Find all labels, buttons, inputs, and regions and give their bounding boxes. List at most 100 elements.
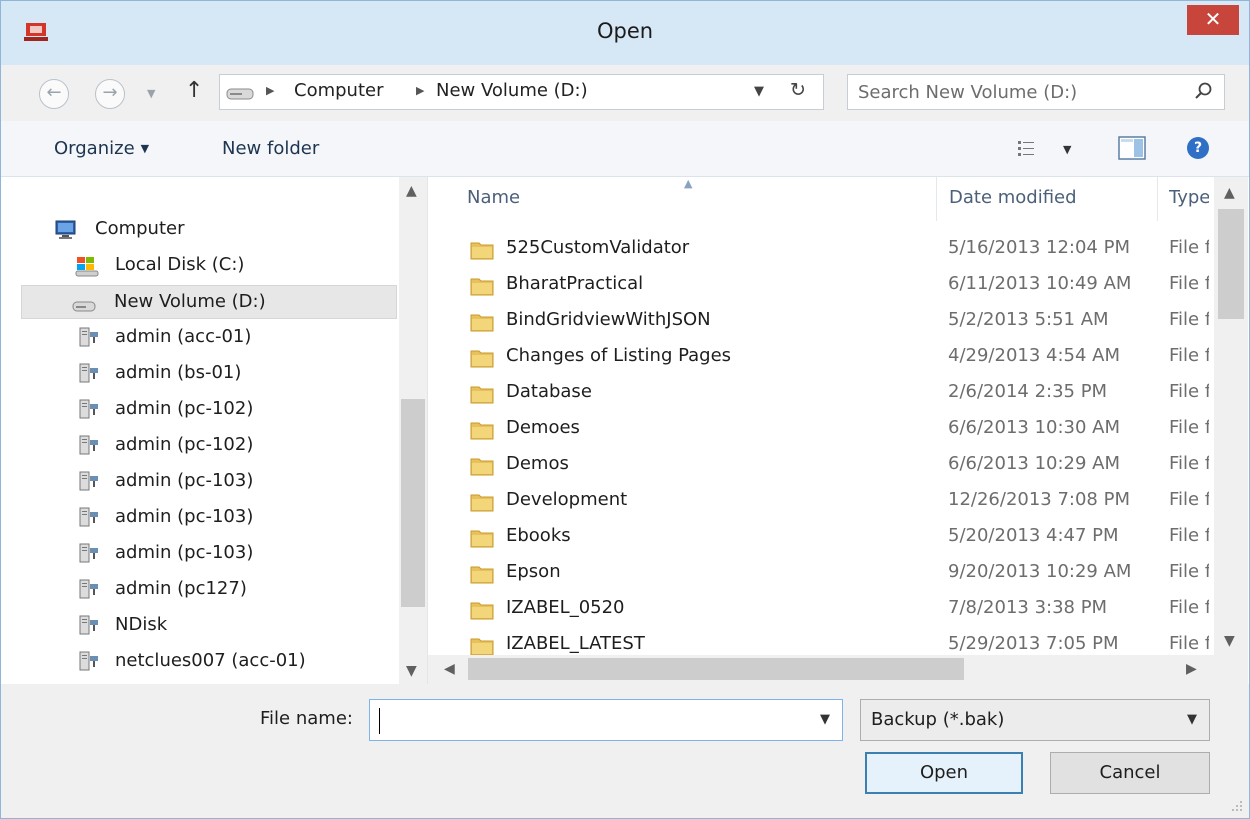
dialog-footer: File name: ▼ Backup (*.bak) ▼ Open Cance… bbox=[1, 684, 1249, 818]
table-row[interactable]: Changes of Listing Pages 4/29/2013 4:54 A… bbox=[428, 339, 1218, 375]
chevron-down-icon[interactable]: ▼ bbox=[1187, 712, 1197, 727]
nav-item-computer[interactable]: Computer bbox=[21, 213, 397, 247]
scroll-right-icon[interactable]: ▶ bbox=[1186, 661, 1197, 677]
scroll-thumb[interactable] bbox=[1218, 209, 1244, 319]
nav-item-label: netclues007 (acc-01) bbox=[115, 650, 306, 671]
scroll-down-icon[interactable]: ▼ bbox=[406, 663, 417, 679]
back-button[interactable]: ← bbox=[39, 79, 69, 109]
chevron-down-icon[interactable]: ▼ bbox=[820, 712, 830, 727]
nav-item-label: admin (pc-102) bbox=[115, 434, 254, 455]
table-row[interactable]: Demos 6/6/2013 10:29 AM File folder bbox=[428, 447, 1218, 483]
scroll-up-icon[interactable]: ▲ bbox=[406, 183, 417, 199]
file-date-modified: 9/20/2013 10:29 AM bbox=[948, 561, 1132, 582]
close-button[interactable]: ✕ bbox=[1187, 5, 1239, 35]
breadcrumb-separator[interactable]: ▶ bbox=[266, 84, 274, 97]
folder-icon bbox=[470, 494, 494, 512]
file-list-hscrollbar[interactable]: ◀ ▶ bbox=[428, 655, 1214, 684]
breadcrumb-separator[interactable]: ▶ bbox=[416, 84, 424, 97]
search-box[interactable] bbox=[847, 74, 1225, 110]
scroll-down-icon[interactable]: ▼ bbox=[1224, 633, 1235, 649]
nav-item-admin-pc-103[interactable]: admin (pc-103) bbox=[21, 465, 397, 499]
file-name-input[interactable] bbox=[376, 706, 796, 734]
file-name-combobox[interactable]: ▼ bbox=[369, 699, 843, 741]
nav-item-admin-pc-103[interactable]: admin (pc-103) bbox=[21, 537, 397, 571]
file-type: File folder bbox=[1169, 561, 1209, 582]
file-list[interactable]: Name ▲ Date modified Type 525CustomValid… bbox=[427, 177, 1249, 684]
nav-item-admin-pc127[interactable]: admin (pc127) bbox=[21, 573, 397, 607]
nav-item-netclues007[interactable]: netclues007 (acc-01) bbox=[21, 645, 397, 679]
nav-item-new-volume[interactable]: New Volume (D:) bbox=[21, 285, 397, 319]
file-type: File folder bbox=[1169, 597, 1209, 618]
nav-item-label: admin (pc-103) bbox=[115, 506, 254, 527]
refresh-icon[interactable]: ↻ bbox=[790, 79, 806, 101]
nav-item-admin-acc-01[interactable]: admin (acc-01) bbox=[21, 321, 397, 355]
column-header-date-modified[interactable]: Date modified bbox=[949, 187, 1077, 208]
file-name: BindGridviewWithJSON bbox=[506, 309, 711, 330]
table-row[interactable]: Demoes 6/6/2013 10:30 AM File folder bbox=[428, 411, 1218, 447]
cancel-button[interactable]: Cancel bbox=[1050, 752, 1210, 794]
table-row[interactable]: Development 12/26/2013 7:08 PM File folder bbox=[428, 483, 1218, 519]
nav-item-ndisk[interactable]: NDisk bbox=[21, 609, 397, 643]
folder-icon bbox=[470, 458, 494, 476]
breadcrumb-new-volume[interactable]: New Volume (D:) bbox=[436, 80, 588, 101]
file-type: File folder bbox=[1169, 345, 1209, 366]
file-name-label: File name: bbox=[260, 708, 353, 729]
recent-locations-dropdown[interactable]: ▼ bbox=[147, 87, 155, 100]
file-date-modified: 5/2/2013 5:51 AM bbox=[948, 309, 1109, 330]
file-name: BharatPractical bbox=[506, 273, 644, 294]
nav-item-local-disk[interactable]: Local Disk (C:) bbox=[21, 249, 397, 283]
up-button[interactable]: ↑ bbox=[185, 78, 203, 103]
table-row[interactable]: 525CustomValidator 5/16/2013 12:04 PM File… bbox=[428, 231, 1218, 267]
column-header-name[interactable]: Name bbox=[467, 187, 520, 208]
column-divider[interactable] bbox=[1157, 177, 1158, 221]
view-dropdown-icon[interactable]: ▼ bbox=[1063, 143, 1071, 156]
nav-item-admin-pc-102[interactable]: admin (pc-102) bbox=[21, 429, 397, 463]
table-row[interactable]: Epson 9/20/2013 10:29 AM File folder bbox=[428, 555, 1218, 591]
file-name: Changes of Listing Pages bbox=[506, 345, 732, 366]
file-type: File folder bbox=[1169, 381, 1209, 402]
nav-item-admin-bs-01[interactable]: admin (bs-01) bbox=[21, 357, 397, 391]
table-row[interactable]: BindGridviewWithJSON 5/2/2013 5:51 AM File… bbox=[428, 303, 1218, 339]
new-folder-button[interactable]: New folder bbox=[222, 138, 319, 159]
nav-item-label: admin (pc-102) bbox=[115, 398, 254, 419]
table-row[interactable]: IZABEL_0520 7/8/2013 3:38 PM File folder bbox=[428, 591, 1218, 627]
folder-icon bbox=[470, 242, 494, 260]
organize-button[interactable]: Organize ▼ bbox=[54, 138, 149, 159]
folder-icon bbox=[470, 638, 494, 656]
scroll-thumb[interactable] bbox=[468, 658, 964, 680]
view-options-icon[interactable] bbox=[1017, 139, 1035, 157]
preview-pane-icon[interactable] bbox=[1118, 136, 1146, 160]
column-divider[interactable] bbox=[936, 177, 937, 221]
open-button[interactable]: Open bbox=[865, 752, 1023, 794]
network-drive-icon bbox=[79, 435, 98, 455]
computer-icon bbox=[55, 220, 76, 239]
table-row[interactable]: BharatPractical 6/11/2013 10:49 AM File fo… bbox=[428, 267, 1218, 303]
table-row[interactable]: Ebooks 5/20/2013 4:47 PM File folder bbox=[428, 519, 1218, 555]
nav-item-admin-pc-102[interactable]: admin (pc-102) bbox=[21, 393, 397, 427]
scroll-thumb[interactable] bbox=[401, 399, 425, 607]
file-type-value: Backup (*.bak) bbox=[871, 709, 1005, 730]
file-list-vscrollbar[interactable]: ▲ ▼ bbox=[1214, 177, 1248, 655]
forward-button[interactable]: → bbox=[95, 79, 125, 109]
file-type-select[interactable]: Backup (*.bak) ▼ bbox=[860, 699, 1210, 741]
file-date-modified: 6/6/2013 10:29 AM bbox=[948, 453, 1121, 474]
table-row[interactable]: Database 2/6/2014 2:35 PM File folder bbox=[428, 375, 1218, 411]
help-icon[interactable]: ? bbox=[1187, 137, 1209, 159]
window-title: Open bbox=[596, 19, 654, 43]
nav-item-admin-pc-103[interactable]: admin (pc-103) bbox=[21, 501, 397, 535]
drive-icon bbox=[226, 88, 254, 100]
breadcrumb-computer[interactable]: Computer bbox=[294, 80, 383, 101]
scroll-left-icon[interactable]: ◀ bbox=[444, 661, 455, 677]
nav-scrollbar[interactable]: ▲ ▼ bbox=[399, 177, 427, 684]
address-bar[interactable]: ▶ Computer ▶ New Volume (D:) ▼ ↻ bbox=[219, 74, 824, 110]
column-header-type[interactable]: Type bbox=[1169, 187, 1209, 208]
resize-grip-icon[interactable] bbox=[1229, 798, 1243, 812]
navigation-pane[interactable]: Computer Local Disk (C:) New Volume (D:)… bbox=[1, 177, 427, 684]
file-name: Development bbox=[506, 489, 628, 510]
file-date-modified: 5/29/2013 7:05 PM bbox=[948, 633, 1119, 654]
search-input[interactable] bbox=[856, 79, 1166, 105]
address-dropdown-icon[interactable]: ▼ bbox=[754, 84, 764, 99]
search-icon[interactable] bbox=[1194, 81, 1214, 101]
scroll-up-icon[interactable]: ▲ bbox=[1224, 185, 1235, 201]
title-bar[interactable]: Open ✕ bbox=[1, 1, 1249, 65]
